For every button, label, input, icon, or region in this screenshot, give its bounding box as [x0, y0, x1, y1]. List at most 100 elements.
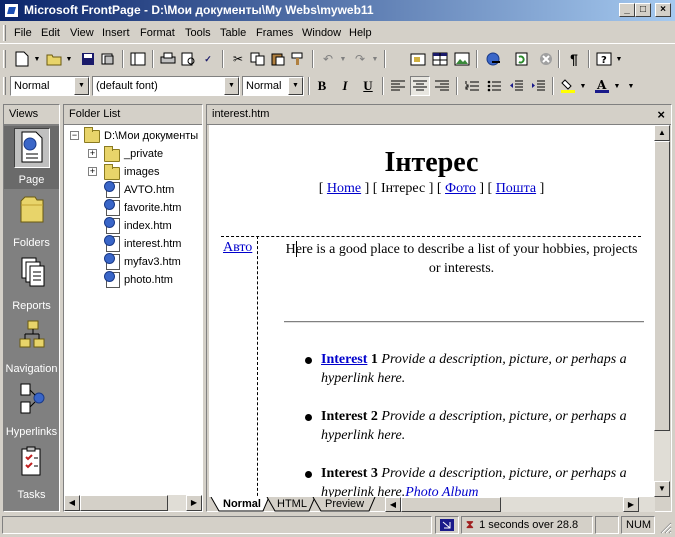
collapse-icon[interactable]: −: [70, 131, 79, 140]
copy-icon[interactable]: [248, 49, 268, 69]
menubar-grip[interactable]: [3, 25, 6, 41]
italic-button[interactable]: I: [335, 76, 355, 96]
scroll-right-icon[interactable]: ▶: [623, 497, 639, 512]
menu-help[interactable]: Help: [349, 27, 372, 39]
folder-list-toggle-icon[interactable]: [128, 49, 148, 69]
hyperlink-icon[interactable]: [484, 49, 504, 69]
insert-component-icon[interactable]: [408, 49, 428, 69]
toolbar-options-icon[interactable]: ▼: [626, 76, 636, 96]
menu-tools[interactable]: Tools: [185, 27, 211, 39]
scroll-thumb[interactable]: [80, 495, 168, 511]
open-folder-icon[interactable]: [44, 49, 64, 69]
menu-view[interactable]: View: [70, 27, 94, 39]
tree-item-file[interactable]: photo.htm: [64, 271, 204, 289]
scroll-left-icon[interactable]: ◀: [385, 497, 401, 512]
menu-edit[interactable]: Edit: [41, 27, 60, 39]
scroll-down-icon[interactable]: ▼: [654, 481, 670, 497]
scroll-left-icon[interactable]: ◀: [64, 495, 80, 511]
scroll-thumb[interactable]: [654, 141, 670, 431]
menu-frames[interactable]: Frames: [256, 27, 293, 39]
tree-item-images[interactable]: + images: [64, 163, 204, 181]
highlight-dropdown-icon[interactable]: ▼: [578, 76, 588, 96]
folder-list-hscrollbar[interactable]: ◀ ▶: [64, 495, 202, 511]
save-icon[interactable]: [78, 49, 98, 69]
intro-paragraph[interactable]: Here is a good place to describe a list …: [284, 240, 639, 278]
paste-icon[interactable]: [268, 49, 288, 69]
help-icon[interactable]: ?: [594, 49, 614, 69]
scroll-up-icon[interactable]: ▲: [654, 125, 670, 141]
tab-html[interactable]: HTML: [267, 497, 313, 512]
print-icon[interactable]: [158, 49, 178, 69]
frontpage-app-icon[interactable]: [4, 3, 19, 18]
nav-link-poshta[interactable]: Пошта: [496, 181, 536, 196]
list-item[interactable]: Interest 3 Provide a description, pictur…: [321, 464, 641, 497]
tab-normal[interactable]: Normal: [213, 497, 267, 512]
expand-icon[interactable]: +: [88, 149, 97, 158]
chevron-down-icon[interactable]: ▼: [224, 77, 239, 95]
new-dropdown-icon[interactable]: ▼: [32, 49, 42, 69]
menu-file[interactable]: File: [14, 27, 32, 39]
show-all-icon[interactable]: ¶: [564, 49, 584, 69]
numbering-icon[interactable]: [462, 76, 482, 96]
align-center-icon[interactable]: [410, 76, 430, 96]
editor-vscrollbar[interactable]: ▲ ▼: [654, 125, 670, 497]
tree-item-file[interactable]: interest.htm: [64, 235, 204, 253]
open-dropdown-icon[interactable]: ▼: [64, 49, 74, 69]
minimize-button[interactable]: _: [619, 3, 635, 17]
align-left-icon[interactable]: [388, 76, 408, 96]
redo-icon[interactable]: ↷: [350, 49, 370, 69]
decrease-indent-icon[interactable]: [506, 76, 526, 96]
expand-icon[interactable]: +: [88, 167, 97, 176]
editor-hscrollbar[interactable]: ◀ ▶: [385, 497, 655, 512]
cut-icon[interactable]: ✂: [228, 49, 248, 69]
view-page[interactable]: Page: [4, 126, 59, 189]
toolbar-grip[interactable]: [3, 77, 6, 95]
redo-dropdown-icon[interactable]: ▼: [370, 49, 380, 69]
nav-link-foto[interactable]: Фото: [445, 181, 476, 196]
tree-item-file[interactable]: AVTO.htm: [64, 181, 204, 199]
underline-button[interactable]: U: [358, 76, 378, 96]
toolbar-options-icon[interactable]: ▼: [614, 49, 624, 69]
font-combobox[interactable]: (default font) ▼: [92, 76, 240, 96]
view-hyperlinks[interactable]: Hyperlinks: [4, 378, 59, 441]
chevron-down-icon[interactable]: ▼: [288, 77, 303, 95]
format-painter-icon[interactable]: [288, 49, 308, 69]
interest-link[interactable]: Interest: [321, 352, 367, 367]
menu-window[interactable]: Window: [302, 27, 341, 39]
insert-picture-icon[interactable]: [452, 49, 472, 69]
print-preview-icon[interactable]: [178, 49, 198, 69]
tree-item-private[interactable]: + _private: [64, 145, 204, 163]
scroll-right-icon[interactable]: ▶: [186, 495, 202, 511]
undo-icon[interactable]: ↶: [318, 49, 338, 69]
size-combobox[interactable]: Normal ▼: [242, 76, 304, 96]
font-color-icon[interactable]: A: [592, 76, 612, 96]
view-folders[interactable]: Folders: [4, 189, 59, 252]
align-right-icon[interactable]: [432, 76, 452, 96]
list-item[interactable]: Interest 1 Provide a description, pictur…: [321, 350, 641, 388]
close-document-icon[interactable]: ×: [657, 108, 665, 121]
side-link-avto[interactable]: Авто: [223, 240, 252, 256]
publish-icon[interactable]: [98, 49, 118, 69]
increase-indent-icon[interactable]: [528, 76, 548, 96]
scroll-thumb[interactable]: [401, 497, 501, 512]
bold-button[interactable]: B: [312, 76, 332, 96]
tree-item-file[interactable]: favorite.htm: [64, 199, 204, 217]
spelling-icon[interactable]: ✓: [198, 49, 218, 69]
tab-preview[interactable]: Preview: [315, 497, 370, 512]
stop-icon[interactable]: [536, 49, 556, 69]
view-tasks[interactable]: Tasks: [4, 441, 59, 504]
tree-item-file[interactable]: myfav3.htm: [64, 253, 204, 271]
close-button[interactable]: ×: [655, 3, 671, 17]
style-combobox[interactable]: Normal ▼: [10, 76, 90, 96]
resize-grip-icon[interactable]: [658, 520, 672, 534]
view-reports[interactable]: Reports: [4, 252, 59, 315]
tree-root[interactable]: − D:\Мои документы: [64, 127, 204, 145]
menu-insert[interactable]: Insert: [102, 27, 130, 39]
chevron-down-icon[interactable]: ▼: [74, 77, 89, 95]
insert-table-icon[interactable]: [430, 49, 450, 69]
menu-table[interactable]: Table: [220, 27, 246, 39]
highlight-color-icon[interactable]: [558, 76, 578, 96]
new-page-icon[interactable]: [12, 49, 32, 69]
menu-format[interactable]: Format: [140, 27, 175, 39]
nav-link-home[interactable]: Home: [327, 181, 361, 196]
